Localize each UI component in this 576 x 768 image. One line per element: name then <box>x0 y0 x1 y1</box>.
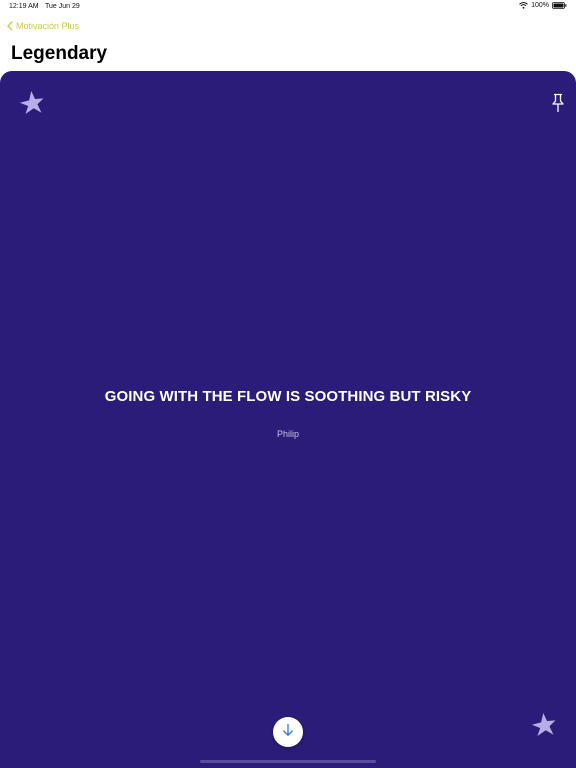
star-icon <box>531 712 557 738</box>
star-icon <box>19 90 45 116</box>
quote-text: GOING WITH THE FLOW IS SOOTHING BUT RISK… <box>104 388 472 405</box>
status-time: 12:19 AM <box>9 3 39 10</box>
scroll-down-button[interactable] <box>273 717 303 747</box>
app-screen: 12:19 AM Tue Jun 29 100% Motivación Plus… <box>0 0 576 768</box>
wifi-icon <box>519 2 528 9</box>
status-date: Tue Jun 29 <box>45 3 80 10</box>
quote-card: GOING WITH THE FLOW IS SOOTHING BUT RISK… <box>0 71 576 768</box>
arrow-down-icon <box>282 723 294 742</box>
status-indicators: 100% <box>519 2 567 9</box>
back-button[interactable]: Motivación Plus <box>7 21 79 31</box>
quote-author: Philip <box>276 429 299 439</box>
page-title: Legendary <box>11 43 108 64</box>
battery-icon <box>552 2 567 9</box>
home-indicator[interactable] <box>200 760 376 763</box>
pin-icon[interactable] <box>550 93 566 113</box>
chevron-left-icon <box>7 21 13 31</box>
back-button-label: Motivación Plus <box>16 21 80 31</box>
battery-percentage: 100% <box>531 2 549 9</box>
status-bar: 12:19 AM Tue Jun 29 100% <box>0 0 576 14</box>
